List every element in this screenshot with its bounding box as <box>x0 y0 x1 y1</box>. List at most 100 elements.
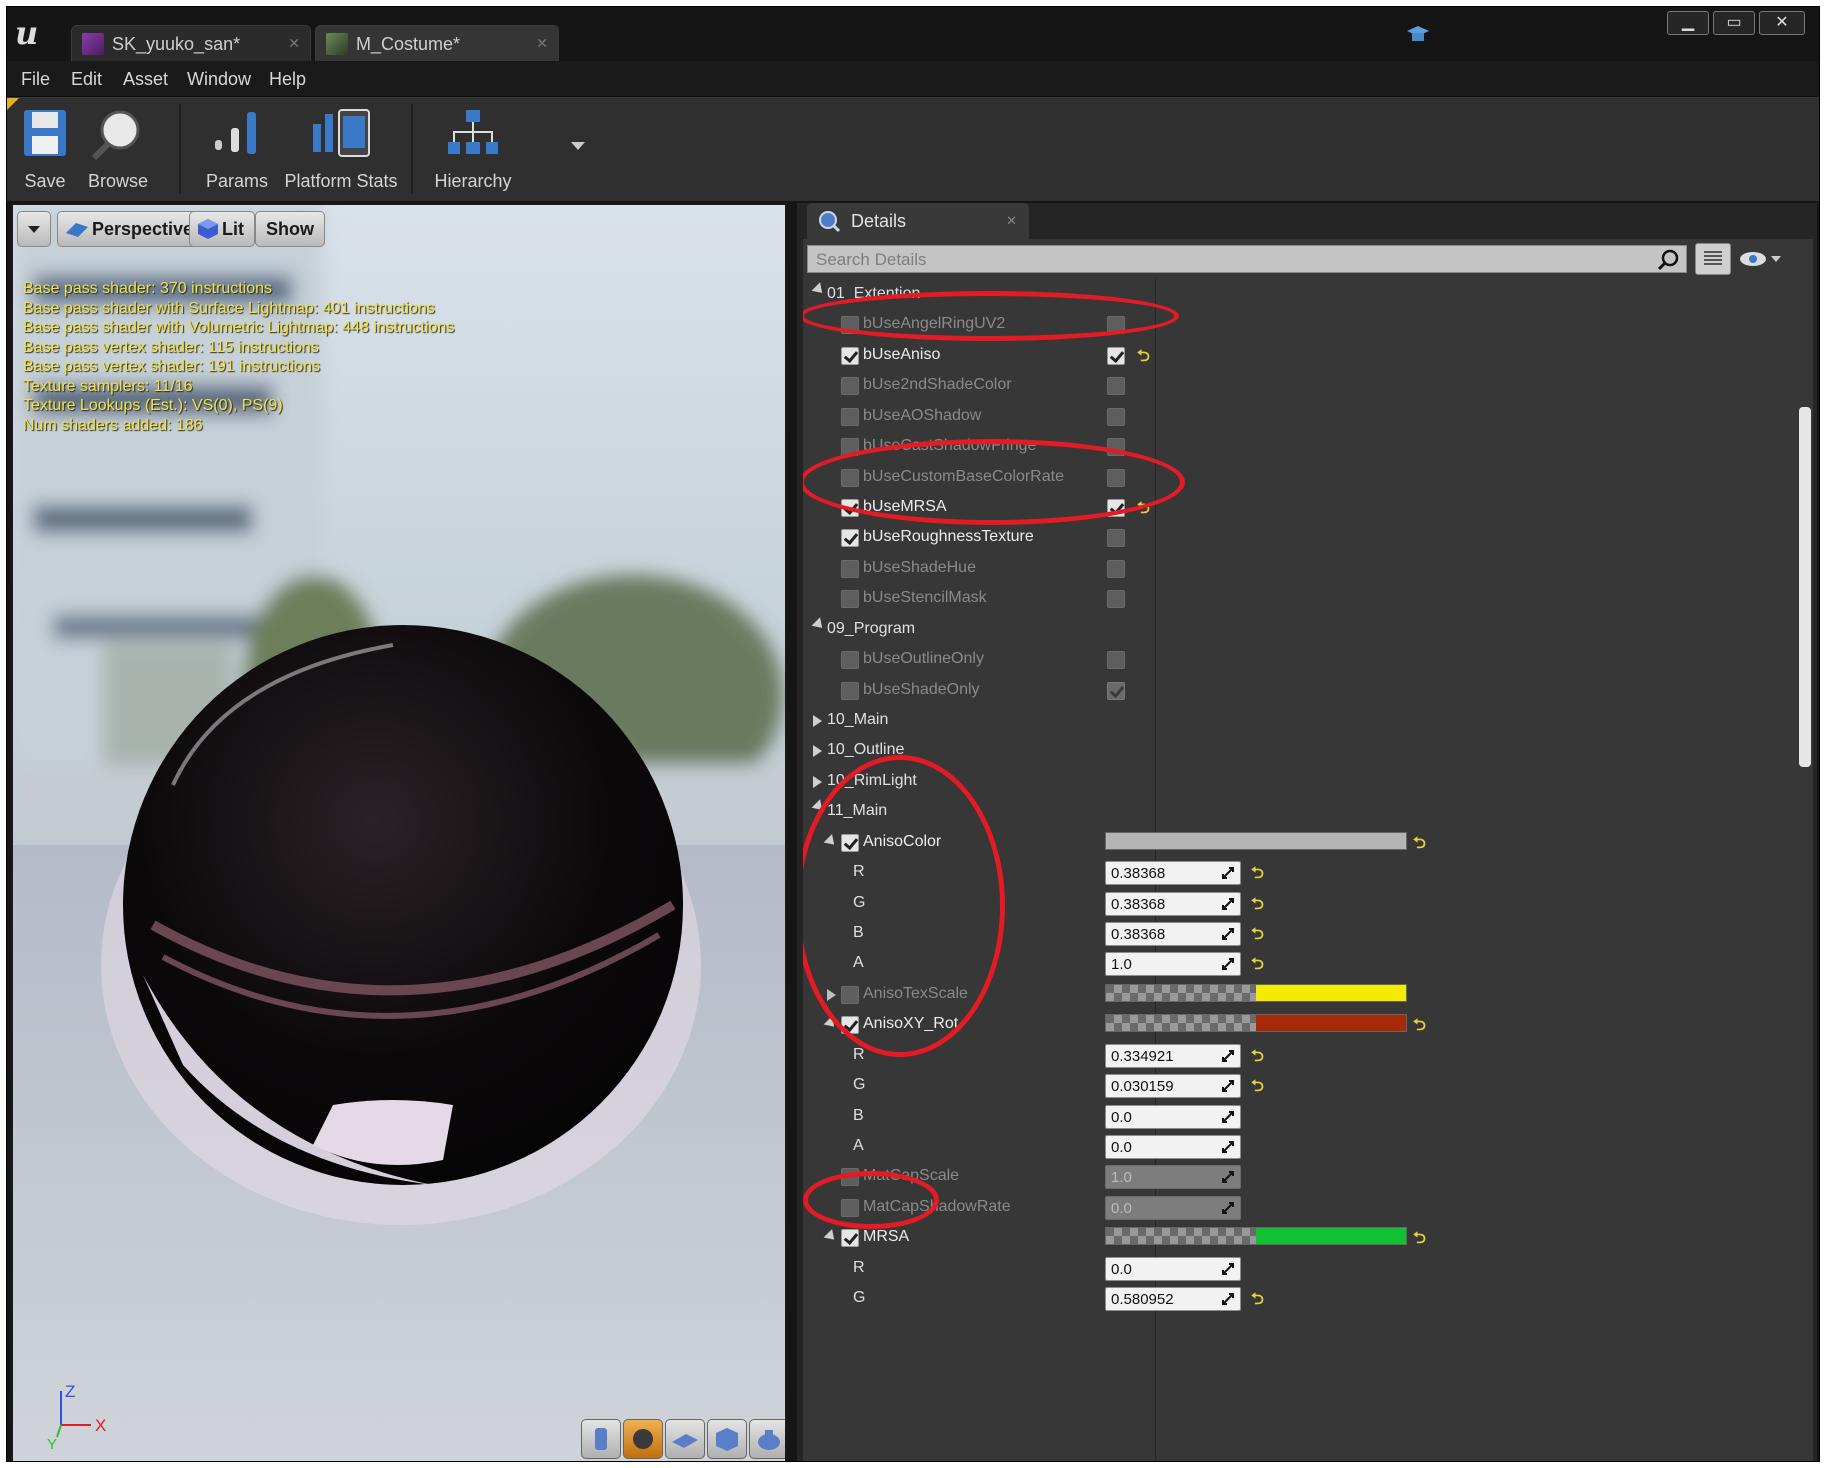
override-checkbox[interactable] <box>841 651 859 669</box>
lit-button[interactable]: Lit <box>189 211 255 247</box>
platform-stats-button[interactable]: Platform Stats <box>277 98 405 202</box>
unreal-logo-icon[interactable]: u <box>15 13 59 53</box>
reset-to-default-icon[interactable]: ⮌ <box>1251 1075 1264 1102</box>
learn-graduation-cap-icon[interactable] <box>1405 23 1431 45</box>
expand-arrow-closed-icon[interactable] <box>813 715 822 727</box>
reset-to-default-icon[interactable]: ⮌ <box>1137 345 1150 372</box>
reset-to-default-icon[interactable]: ⮌ <box>1413 1014 1426 1041</box>
menu-edit[interactable]: Edit <box>71 69 102 90</box>
drag-arrows-icon[interactable] <box>1220 1261 1236 1277</box>
channel-value-field[interactable]: 0.580952 <box>1105 1287 1241 1311</box>
value-checkbox[interactable] <box>1107 347 1125 365</box>
expand-arrow-open-icon[interactable] <box>823 1229 839 1244</box>
teapot-preview-icon[interactable] <box>749 1419 785 1459</box>
reset-to-default-icon[interactable]: ⮌ <box>1251 923 1264 950</box>
expand-arrow-closed-icon[interactable] <box>813 776 822 788</box>
scalar-value-field[interactable]: 1.0 <box>1105 1165 1241 1189</box>
channel-value-field[interactable]: 0.0 <box>1105 1135 1241 1159</box>
override-checkbox[interactable] <box>841 377 859 395</box>
drag-arrows-icon[interactable] <box>1220 1169 1236 1185</box>
reset-to-default-icon[interactable]: ⮌ <box>1413 832 1426 859</box>
channel-value-field[interactable]: 1.0 <box>1105 952 1241 976</box>
expand-arrow-open-icon[interactable] <box>811 282 827 298</box>
drag-arrows-icon[interactable] <box>1220 926 1236 942</box>
browse-button[interactable]: Browse <box>81 98 155 202</box>
menu-window[interactable]: Window <box>187 69 251 90</box>
channel-value-field[interactable]: 0.0 <box>1105 1105 1241 1129</box>
override-checkbox[interactable] <box>841 529 859 547</box>
hierarchy-button[interactable]: Hierarchy <box>425 98 521 202</box>
close-window-button[interactable]: ✕ <box>1759 11 1805 35</box>
drag-arrows-icon[interactable] <box>1220 1200 1236 1216</box>
minimize-button[interactable]: ▁ <box>1667 11 1709 35</box>
drag-arrows-icon[interactable] <box>1220 956 1236 972</box>
reset-to-default-icon[interactable]: ⮌ <box>1251 862 1264 889</box>
maximize-button[interactable]: ▭ <box>1713 11 1755 35</box>
drag-arrows-icon[interactable] <box>1220 865 1236 881</box>
scalar-value-field[interactable]: 0.0 <box>1105 1196 1241 1220</box>
expand-arrow-closed-icon[interactable] <box>813 745 822 757</box>
value-checkbox[interactable] <box>1107 682 1125 700</box>
override-checkbox[interactable] <box>841 408 859 426</box>
channel-value-field[interactable]: 0.334921 <box>1105 1044 1241 1068</box>
channel-value-field[interactable]: 0.38368 <box>1105 892 1241 916</box>
hierarchy-dropdown-icon[interactable] <box>571 142 585 152</box>
menu-file[interactable]: File <box>21 69 50 90</box>
close-tab-icon[interactable]: ✕ <box>1006 213 1017 229</box>
view-options-grid-button[interactable] <box>1695 243 1731 275</box>
reset-to-default-icon[interactable]: ⮌ <box>1413 1227 1426 1254</box>
channel-value-field[interactable]: 0.0 <box>1105 1257 1241 1281</box>
override-checkbox[interactable] <box>841 347 859 365</box>
details-tab[interactable]: Details ✕ <box>807 203 1029 239</box>
category-10-outline[interactable]: 10_Outline <box>803 736 1793 766</box>
close-tab-icon[interactable]: ✕ <box>536 35 548 52</box>
cylinder-preview-icon[interactable] <box>581 1419 621 1459</box>
close-tab-icon[interactable]: ✕ <box>288 35 300 52</box>
override-checkbox[interactable] <box>841 682 859 700</box>
drag-arrows-icon[interactable] <box>1220 1291 1236 1307</box>
sphere-preview-icon[interactable] <box>623 1419 663 1459</box>
plane-preview-icon[interactable] <box>665 1419 705 1459</box>
channel-value-field[interactable]: 0.030159 <box>1105 1074 1241 1098</box>
drag-arrows-icon[interactable] <box>1220 1078 1236 1094</box>
menu-asset[interactable]: Asset <box>123 69 168 90</box>
value-checkbox[interactable] <box>1107 590 1125 608</box>
color-swatch[interactable] <box>1105 1227 1407 1245</box>
viewport-options-dropdown[interactable] <box>17 211 51 247</box>
drag-arrows-icon[interactable] <box>1220 1139 1236 1155</box>
value-checkbox[interactable] <box>1107 408 1125 426</box>
reset-to-default-icon[interactable]: ⮌ <box>1251 893 1264 920</box>
reset-to-default-icon[interactable]: ⮌ <box>1251 1288 1264 1315</box>
override-checkbox[interactable] <box>841 1229 859 1247</box>
drag-arrows-icon[interactable] <box>1220 896 1236 912</box>
override-checkbox[interactable] <box>841 590 859 608</box>
value-checkbox[interactable] <box>1107 651 1125 669</box>
reset-to-default-icon[interactable]: ⮌ <box>1251 953 1264 980</box>
show-button[interactable]: Show <box>255 211 325 247</box>
color-swatch[interactable] <box>1105 1014 1407 1032</box>
perspective-button[interactable]: Perspective <box>57 211 205 247</box>
color-swatch[interactable] <box>1105 984 1407 1002</box>
tab-sk-yuuko-san[interactable]: SK_yuuko_san* ✕ <box>71 25 311 61</box>
preview-viewport[interactable]: Perspective Lit Show Base pass shader: 3… <box>11 203 787 1461</box>
drag-arrows-icon[interactable] <box>1220 1048 1236 1064</box>
tab-m-costume[interactable]: M_Costume* ✕ <box>315 25 559 61</box>
channel-value-field[interactable]: 0.38368 <box>1105 922 1241 946</box>
expand-arrow-open-icon[interactable] <box>811 617 827 633</box>
search-details-input[interactable]: Search Details <box>807 245 1687 273</box>
cube-preview-icon[interactable] <box>707 1419 747 1459</box>
reset-to-default-icon[interactable]: ⮌ <box>1251 1045 1264 1072</box>
value-checkbox[interactable] <box>1107 377 1125 395</box>
category-09-program[interactable]: 09_Program <box>803 615 1793 645</box>
visibility-eye-icon[interactable] <box>1737 247 1785 273</box>
drag-arrows-icon[interactable] <box>1220 1109 1236 1125</box>
search-icon[interactable] <box>1656 248 1680 272</box>
category-10-main[interactable]: 10_Main <box>803 706 1793 736</box>
menu-help[interactable]: Help <box>269 69 306 90</box>
override-checkbox[interactable] <box>841 560 859 578</box>
color-swatch[interactable] <box>1105 832 1407 850</box>
save-button[interactable]: Save <box>15 98 75 202</box>
value-checkbox[interactable] <box>1107 529 1125 547</box>
params-button[interactable]: Params <box>197 98 277 202</box>
details-scrollbar[interactable] <box>1799 407 1811 767</box>
